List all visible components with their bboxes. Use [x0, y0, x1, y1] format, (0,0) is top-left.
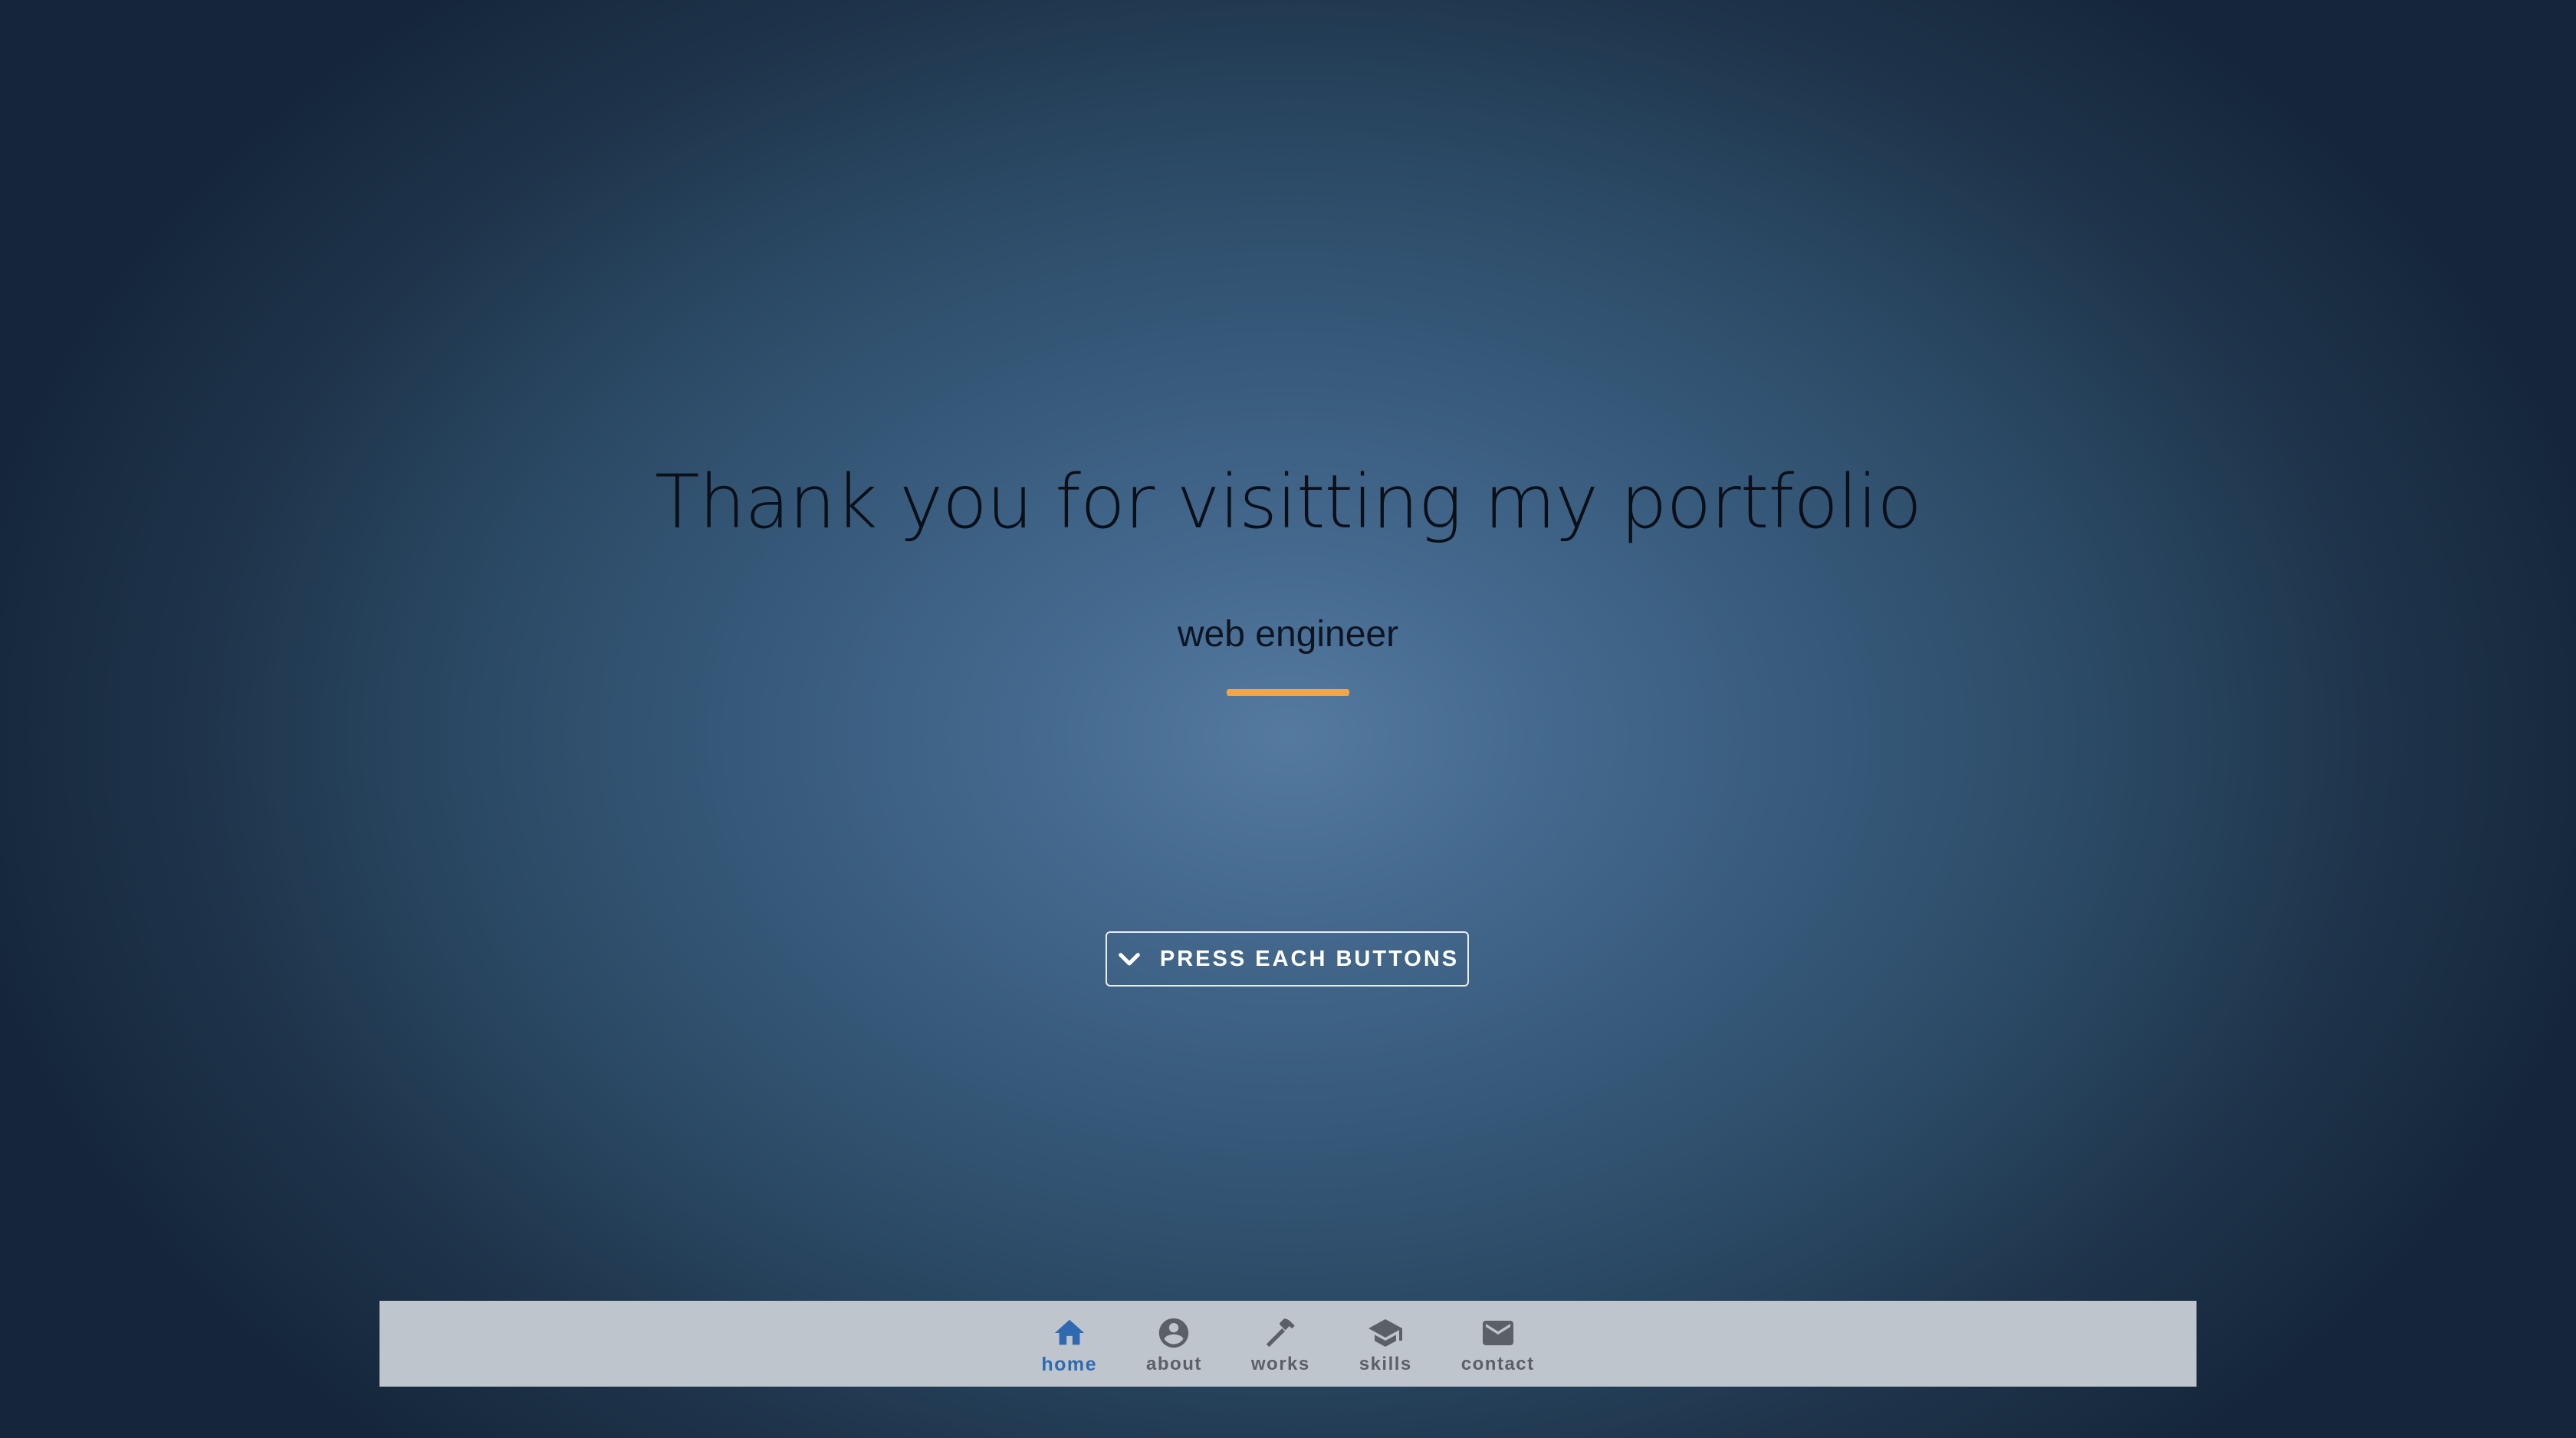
- nav-item-label: home: [1041, 1354, 1098, 1375]
- nav-item-about[interactable]: about: [1122, 1301, 1227, 1387]
- nav-item-skills[interactable]: skills: [1335, 1301, 1437, 1387]
- bottom-navigation: home about works skills contact: [380, 1301, 2196, 1387]
- hero-title: Thank you for visitting my portfolio: [654, 459, 1922, 545]
- hero-section: Thank you for visitting my portfolio web…: [0, 0, 2576, 1438]
- nav-item-label: contact: [1460, 1354, 1535, 1374]
- nav-item-label: skills: [1359, 1354, 1412, 1374]
- hammer-icon: [1262, 1315, 1299, 1351]
- nav-item-label: about: [1146, 1354, 1202, 1374]
- nav-item-home[interactable]: home: [1017, 1301, 1122, 1387]
- nav-item-works[interactable]: works: [1227, 1301, 1335, 1387]
- nav-item-contact[interactable]: contact: [1437, 1301, 1559, 1387]
- home-icon: [1051, 1315, 1088, 1351]
- press-each-buttons-button[interactable]: PRESS EACH BUTTONS: [1106, 931, 1469, 987]
- chevron-down-icon: [1116, 945, 1143, 973]
- hero-subtitle: web engineer: [1177, 614, 1399, 655]
- account-circle-icon: [1155, 1315, 1192, 1351]
- accent-underline: [1227, 689, 1349, 696]
- graduation-cap-icon: [1367, 1315, 1404, 1351]
- press-each-buttons-label: PRESS EACH BUTTONS: [1159, 946, 1460, 971]
- mail-icon: [1480, 1315, 1516, 1351]
- nav-item-label: works: [1250, 1354, 1310, 1374]
